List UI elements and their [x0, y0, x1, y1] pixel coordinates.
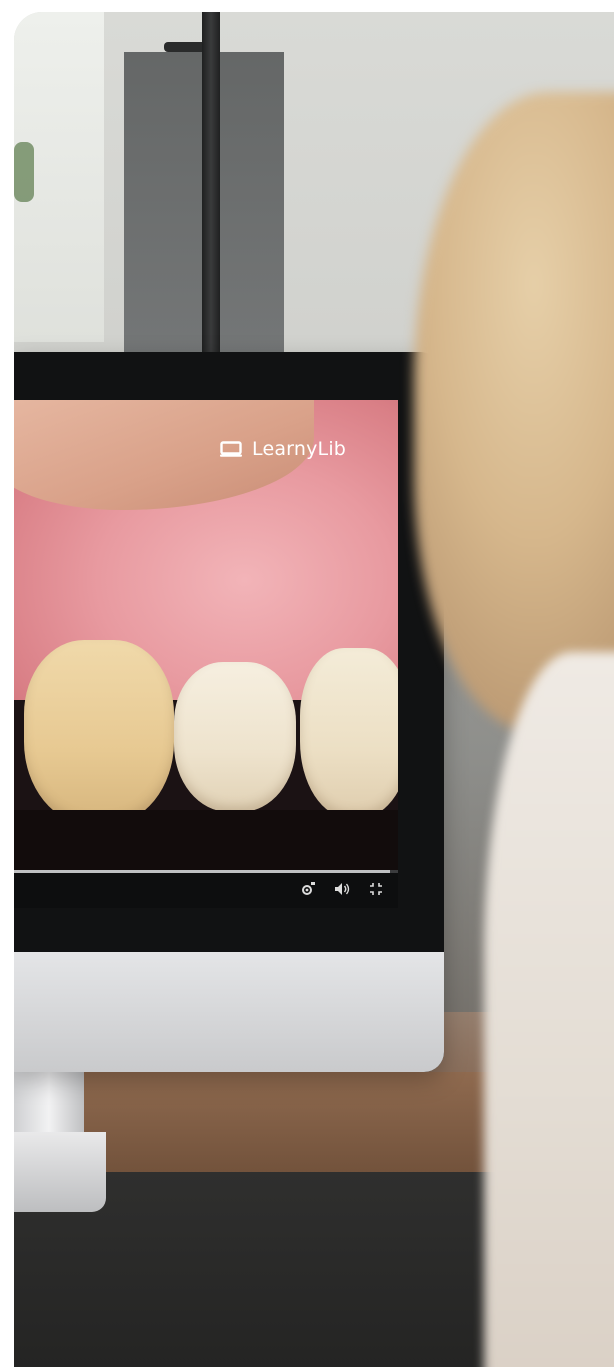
monitor-chin [14, 952, 444, 1072]
volume-icon[interactable] [334, 881, 350, 897]
video-tooth [174, 662, 296, 812]
person-hair-blurred [414, 92, 614, 732]
fullscreen-icon[interactable] [368, 881, 384, 897]
video-control-bar [14, 870, 398, 908]
progress-track[interactable] [14, 870, 398, 873]
photo-card: LearnyLib [14, 12, 614, 1367]
progress-fill [14, 870, 391, 873]
video-tooth [300, 648, 398, 818]
video-tooth [24, 640, 174, 825]
video-mouth-shadow [14, 810, 398, 870]
brand-name: LearnyLib [252, 438, 347, 460]
monitor-icon [220, 441, 242, 457]
background-plant [14, 142, 34, 202]
brand-watermark: LearnyLib [220, 436, 346, 462]
monitor-stand-base [14, 1132, 106, 1212]
settings-hd-icon[interactable] [300, 881, 316, 897]
video-screen[interactable]: LearnyLib [14, 400, 398, 870]
monitor: LearnyLib [14, 352, 444, 1072]
